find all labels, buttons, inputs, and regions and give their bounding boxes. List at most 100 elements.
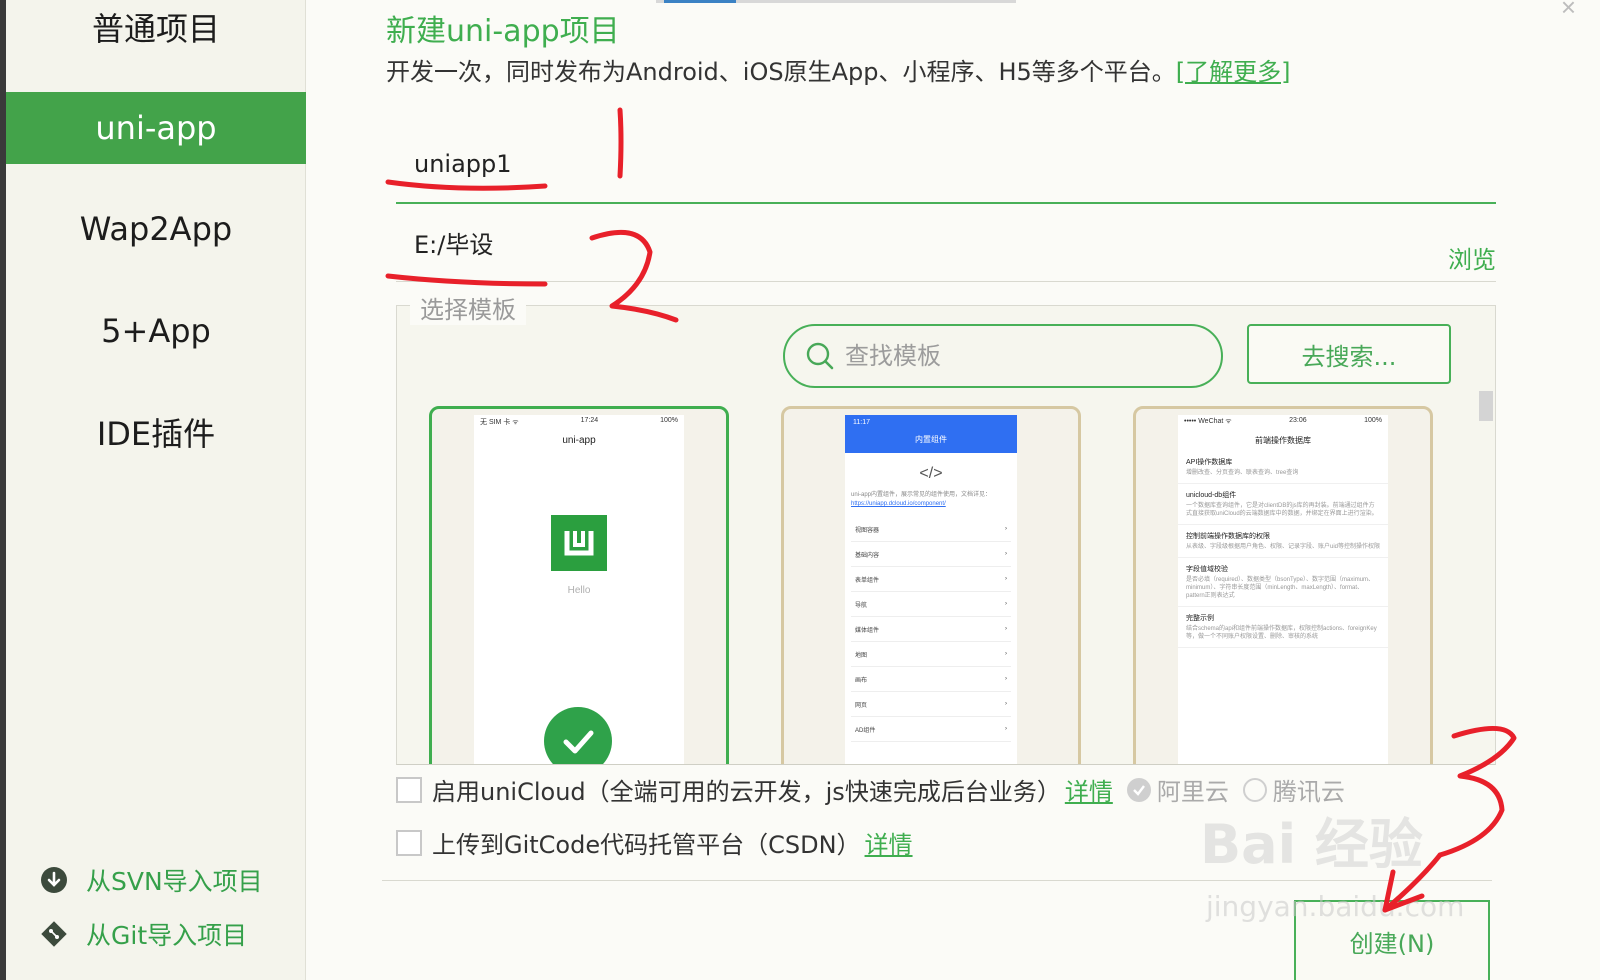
project-path-field[interactable]: 浏览 <box>396 228 1496 282</box>
phone-nav-title: uni-app <box>562 434 596 446</box>
phone-nav-title: 内置组件 <box>915 435 947 444</box>
uni-app-logo-icon <box>551 515 607 571</box>
item-desc: 一个数据库查询组件，它是对clientDB的js库的再封装。前端通过组件方式直接… <box>1186 503 1378 517</box>
check-icon <box>1132 784 1145 796</box>
code-icon: </> <box>919 465 943 482</box>
list-item: 导航 › <box>851 592 1011 617</box>
phone-blue-header: 11:17 内置组件 <box>845 415 1017 453</box>
browse-button[interactable]: 浏览 <box>1448 240 1496 275</box>
item-title: 字段值域校验 <box>1186 566 1228 573</box>
item-title: unicloud-db组件 <box>1186 492 1237 499</box>
template-card-hello[interactable]: 无 SIM 卡 ᯤ 17:24 100% uni-app Hello <box>429 406 729 764</box>
page-subtitle: 开发一次，同时发布为Android、iOS原生App、小程序、H5等多个平台。[… <box>386 52 1291 87</box>
aliyun-radio[interactable] <box>1126 777 1151 802</box>
row-label: 表单组件 <box>855 577 880 584</box>
list-item: 基础内容 › <box>851 542 1011 567</box>
row-label: 导航 <box>855 602 868 609</box>
template-scrollbar[interactable] <box>1477 391 1495 764</box>
template-search-input[interactable] <box>845 342 1185 370</box>
phone-nav-title: 前端操作数据库 <box>1255 435 1311 445</box>
list-item: 地图 › <box>851 642 1011 667</box>
sidebar-item-5plus-app[interactable]: 5+App <box>6 295 306 367</box>
phone-hello-text: Hello <box>567 585 591 596</box>
sidebar-item-normal-project[interactable]: 普通项目 <box>6 0 306 63</box>
phone-time: 17:24 <box>580 417 599 424</box>
project-name-field[interactable] <box>396 150 1496 204</box>
gitcode-label: 上传到GitCode代码托管平台（CSDN） <box>432 831 861 859</box>
tencent-radio[interactable] <box>1242 777 1267 802</box>
subtitle-text: 开发一次，同时发布为Android、iOS原生App、小程序、H5等多个平台。 <box>386 58 1176 86</box>
unicloud-detail-link[interactable]: 详情 <box>1065 772 1113 807</box>
row-label: 地图 <box>855 652 868 659</box>
page-title: 新建uni-app项目 <box>386 14 620 49</box>
import-from-svn-link[interactable]: 从SVN导入项目 <box>40 862 263 898</box>
list-item: API操作数据库 增删改查、分页查询、联表查询、tree查询 <box>1178 451 1388 484</box>
project-type-sidebar: 普通项目 uni-app Wap2App 5+App IDE插件 从SVN导入项… <box>0 0 306 980</box>
close-icon[interactable]: × <box>1561 0 1576 23</box>
template-group: 去搜索... 无 SIM 卡 ᯤ 17:24 100% uni-app Hell… <box>396 305 1496 765</box>
gitcode-option: 上传到GitCode代码托管平台（CSDN） 详情 <box>396 825 913 860</box>
bottom-divider <box>382 880 1492 881</box>
unicloud-option: 启用uniCloud（全端可用的云开发，js快速完成后台业务） 详情 阿里云 腾… <box>396 772 1345 807</box>
phone-carrier: ••••• WeChat ᯤ <box>1184 418 1232 425</box>
row-label: 画布 <box>855 677 868 684</box>
list-item: 控制前端操作数据库的权限从表级、字段级根据用户角色、权限、记录字段、账户uid等… <box>1178 525 1388 558</box>
components-intro: uni-app内置组件，展示常见的组件使用，文档详见： https://uniap… <box>845 483 1017 517</box>
top-tab-indicator <box>656 0 1016 3</box>
template-preview-phone: ••••• WeChat ᯤ 23:06 100% 前端操作数据库 API操作数… <box>1178 415 1388 764</box>
list-item: 完整示例结合schema的api和组件前端操作数据库，权限控制actions、f… <box>1178 607 1388 648</box>
template-preview-phone: 11:17 内置组件 </> uni-app内置组件，展示常见的组件使用，文档详… <box>845 415 1017 764</box>
phone-battery: 100% <box>660 417 678 424</box>
gitcode-checkbox[interactable] <box>396 829 422 856</box>
list-item: 网页 › <box>851 692 1011 717</box>
create-button[interactable]: 创建(N) <box>1294 900 1490 980</box>
item-desc: 结合schema的api和组件前端操作数据库，权限控制actions、forei… <box>1186 626 1377 640</box>
svn-icon <box>41 867 67 893</box>
phone-battery: 100% <box>1364 417 1382 424</box>
list-item: 字段值域校验是否必填（required）、数据类型（bsonType）、数字范围… <box>1178 558 1388 607</box>
git-icon <box>41 921 67 947</box>
template-card-components[interactable]: 11:17 内置组件 </> uni-app内置组件，展示常见的组件使用，文档详… <box>781 406 1081 764</box>
list-item: 画布 › <box>851 667 1011 692</box>
phone-carrier: 无 SIM 卡 ᯤ <box>480 419 519 426</box>
row-label: 基础内容 <box>855 552 880 559</box>
template-group-legend: 选择模板 <box>410 290 526 325</box>
import-git-label: 从Git导入项目 <box>86 921 248 950</box>
unicloud-label: 启用uniCloud（全端可用的云开发，js快速完成后台业务） <box>432 778 1061 806</box>
item-desc: 从表级、字段级根据用户角色、权限、记录字段、账户uid等控制操作权限 <box>1186 544 1381 550</box>
new-project-panel: × 新建uni-app项目 开发一次，同时发布为Android、iOS原生App… <box>306 0 1600 980</box>
template-card-database[interactable]: ••••• WeChat ᯤ 23:06 100% 前端操作数据库 API操作数… <box>1133 406 1433 764</box>
aliyun-label: 阿里云 <box>1156 778 1229 806</box>
project-name-input[interactable] <box>396 150 1296 178</box>
import-from-git-link[interactable]: 从Git导入项目 <box>40 916 247 952</box>
list-item: 视图容器 › <box>851 517 1011 542</box>
item-title: API操作数据库 <box>1186 459 1233 466</box>
search-icon <box>806 342 834 370</box>
list-item: 表单组件 › <box>851 567 1011 592</box>
learn-more-link[interactable]: [了解更多] <box>1176 58 1291 86</box>
list-item: unicloud-db组件一个数据库查询组件，它是对clientDB的js库的再… <box>1178 484 1388 525</box>
row-label: 媒体组件 <box>855 627 880 634</box>
go-search-button[interactable]: 去搜索... <box>1247 324 1451 384</box>
item-desc: 是否必填（required）、数据类型（bsonType）、数字范围（maxim… <box>1186 577 1375 599</box>
import-svn-label: 从SVN导入项目 <box>86 867 263 896</box>
sidebar-item-wap2app[interactable]: Wap2App <box>6 193 306 265</box>
sidebar-item-uni-app[interactable]: uni-app <box>6 92 306 164</box>
scrollbar-thumb[interactable] <box>1479 391 1493 421</box>
list-item: 媒体组件 › <box>851 617 1011 642</box>
gitcode-detail-link[interactable]: 详情 <box>865 825 913 860</box>
unicloud-checkbox[interactable] <box>396 776 422 803</box>
sidebar-item-ide-plugin[interactable]: IDE插件 <box>6 396 306 468</box>
phone-status-bar: 无 SIM 卡 ᯤ 17:24 100% <box>474 415 684 429</box>
item-title: 完整示例 <box>1186 615 1214 622</box>
project-path-input[interactable] <box>396 228 1296 256</box>
phone-status-bar: ••••• WeChat ᯤ 23:06 100% <box>1178 415 1388 429</box>
row-label: 网页 <box>855 702 868 709</box>
active-tab-segment <box>664 0 736 3</box>
row-label: AD组件 <box>855 727 876 734</box>
intro-text: uni-app内置组件，展示常见的组件使用，文档详见： <box>851 492 992 498</box>
tencent-label: 腾讯云 <box>1272 778 1345 806</box>
phone-time: 23:06 <box>1289 417 1307 424</box>
template-search-box[interactable] <box>783 324 1223 388</box>
item-title: 控制前端操作数据库的权限 <box>1186 533 1270 540</box>
